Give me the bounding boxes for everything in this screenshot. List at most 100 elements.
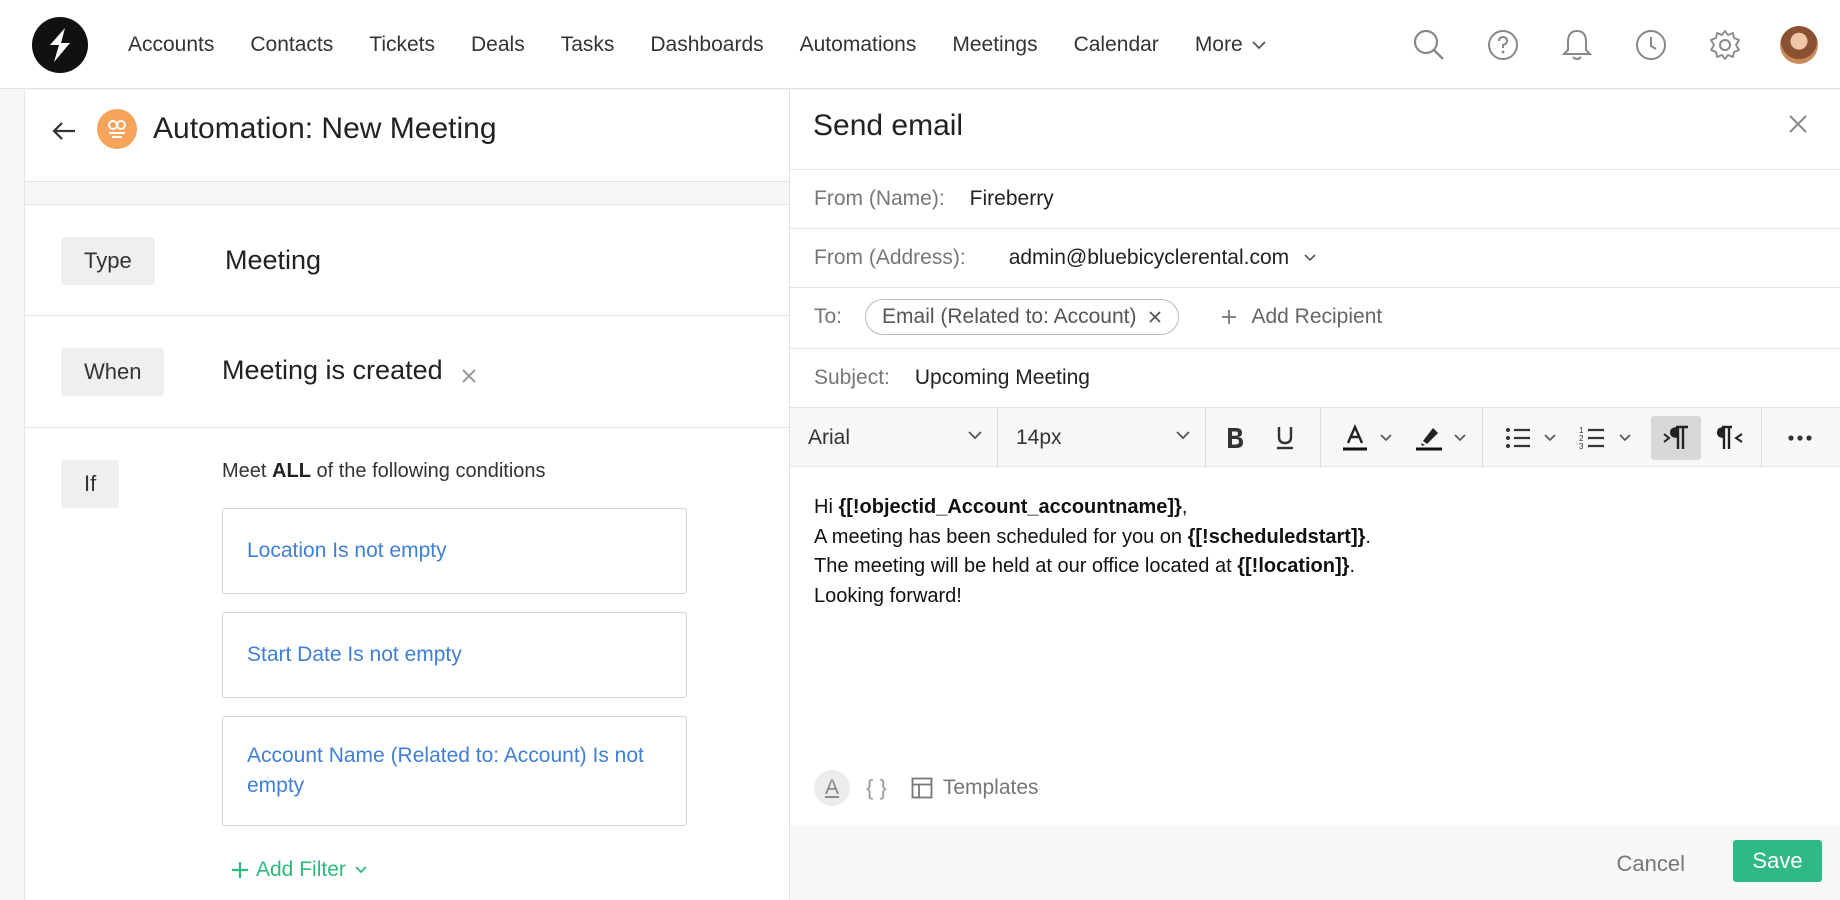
font-family-select[interactable]: Arial <box>790 408 998 468</box>
body-line: Hi {[!objectid_Account_accountname]}, <box>814 493 1371 523</box>
more-horizontal-icon <box>1788 435 1812 441</box>
nav-calendar[interactable]: Calendar <box>1056 33 1177 57</box>
save-button[interactable]: Save <box>1733 840 1822 882</box>
add-recipient-label: Add Recipient <box>1251 305 1383 328</box>
editor-toolbar: Arial 14px 1 2 3 <box>790 407 1840 468</box>
remove-trigger-button[interactable] <box>461 368 477 389</box>
send-email-panel: Send email From (Name): Fireberry From (… <box>789 90 1840 900</box>
conditions-intro: Meet ALL of the following conditions <box>222 460 546 483</box>
text-color-dropdown[interactable] <box>1375 416 1397 460</box>
search-icon <box>1413 29 1444 60</box>
highlight-dropdown[interactable] <box>1449 416 1471 460</box>
ltr-paragraph-icon <box>1663 425 1688 449</box>
underline-icon <box>1277 427 1293 450</box>
chevron-down-icon[interactable] <box>1303 253 1317 263</box>
type-tag: Type <box>61 237 155 285</box>
condition-item[interactable]: Start Date Is not empty <box>222 612 687 698</box>
condition-label: Location Is not empty <box>247 539 447 562</box>
panel-action-bar: Cancel Save <box>790 826 1840 900</box>
text-color-button[interactable] <box>1337 416 1373 460</box>
editor-footer-tools: A { } Templates <box>814 770 1039 806</box>
condition-item[interactable]: Account Name (Related to: Account) Is no… <box>222 716 687 826</box>
templates-button[interactable]: Templates <box>911 776 1039 800</box>
bullet-list-dropdown[interactable] <box>1539 416 1561 460</box>
insert-field-button[interactable]: { } <box>866 775 887 801</box>
back-button[interactable] <box>51 120 77 147</box>
nav-automations[interactable]: Automations <box>782 33 935 57</box>
condition-label: Account Name (Related to: Account) Is no… <box>247 744 644 797</box>
nav-tickets[interactable]: Tickets <box>351 33 453 57</box>
nav-deals[interactable]: Deals <box>453 33 543 57</box>
numbered-list-dropdown[interactable] <box>1614 416 1636 460</box>
chevron-down-icon <box>1544 434 1556 442</box>
when-row: When Meeting is created <box>25 316 789 428</box>
font-size-select[interactable]: 14px <box>998 408 1206 468</box>
top-navbar: Accounts Contacts Tickets Deals Tasks Da… <box>0 0 1840 89</box>
app-logo[interactable] <box>32 17 88 73</box>
chevron-down-icon <box>1619 434 1631 442</box>
type-value[interactable]: Meeting <box>225 245 321 276</box>
svg-text:3: 3 <box>1579 442 1584 451</box>
notifications-button[interactable] <box>1540 28 1614 62</box>
conditions-prefix: Meet <box>222 460 273 482</box>
close-panel-button[interactable] <box>1788 114 1808 139</box>
body-line: The meeting will be held at our office l… <box>814 552 1371 582</box>
bold-button[interactable] <box>1215 416 1255 460</box>
merge-field-token: {[!location]} <box>1237 555 1350 577</box>
nav-tasks[interactable]: Tasks <box>543 33 633 57</box>
to-label: To: <box>814 305 843 328</box>
toolbar-divider <box>1761 408 1762 468</box>
numbered-list-button[interactable]: 123 <box>1574 416 1610 460</box>
ltr-direction-button[interactable] <box>1651 416 1701 460</box>
user-avatar[interactable] <box>1780 25 1818 64</box>
from-name-label: From (Name): <box>814 187 945 210</box>
help-button[interactable] <box>1466 29 1540 61</box>
from-name-input[interactable]: Fireberry <box>970 187 1054 211</box>
text-color-icon <box>1343 424 1367 451</box>
rtl-paragraph-icon <box>1717 425 1743 449</box>
condition-item[interactable]: Location Is not empty <box>222 508 687 594</box>
nav-contacts[interactable]: Contacts <box>232 33 351 57</box>
when-value[interactable]: Meeting is created <box>222 355 443 386</box>
toolbar-divider <box>1320 408 1321 468</box>
nav-accounts[interactable]: Accounts <box>110 33 232 57</box>
subject-input[interactable]: Upcoming Meeting <box>915 366 1090 390</box>
type-row: Type Meeting <box>25 204 789 316</box>
highlighter-icon <box>1416 428 1442 451</box>
nav-more-menu[interactable]: More <box>1177 33 1285 57</box>
search-button[interactable] <box>1392 28 1466 62</box>
close-icon <box>1789 115 1807 133</box>
from-address-select[interactable]: admin@bluebicyclerental.com <box>1009 246 1289 270</box>
rtl-direction-button[interactable] <box>1707 416 1753 460</box>
email-body-editor[interactable]: Hi {[!objectid_Account_accountname]}, A … <box>814 493 1371 611</box>
panel-title: Send email <box>813 109 964 142</box>
cancel-button[interactable]: Cancel <box>1617 851 1685 877</box>
add-filter-label: Add Filter <box>256 858 346 881</box>
from-name-field: From (Name): Fireberry <box>790 169 1840 228</box>
font-size-value: 14px <box>1016 426 1062 449</box>
plus-icon <box>232 862 248 878</box>
add-filter-button[interactable]: Add Filter <box>231 858 368 882</box>
nav-dashboards[interactable]: Dashboards <box>632 33 781 57</box>
font-family-value: Arial <box>808 426 851 449</box>
section-gap <box>25 182 789 204</box>
body-line: Looking forward! <box>814 584 962 607</box>
text-format-toggle[interactable]: A <box>814 770 850 806</box>
bullet-list-button[interactable] <box>1500 416 1536 460</box>
nav-meetings[interactable]: Meetings <box>934 33 1055 57</box>
more-options-button[interactable] <box>1777 416 1823 460</box>
recipient-chip[interactable]: Email (Related to: Account) <box>865 299 1180 335</box>
add-recipient-button[interactable]: Add Recipient <box>1221 305 1382 329</box>
gear-icon <box>1710 29 1740 60</box>
if-tag: If <box>61 460 120 508</box>
highlight-button[interactable] <box>1411 416 1447 460</box>
main-nav: Accounts Contacts Tickets Deals Tasks Da… <box>110 0 1285 89</box>
body-text: , <box>1181 496 1188 518</box>
automation-icon <box>108 120 126 138</box>
merge-field-token: {[!objectid_Account_accountname]} <box>838 496 1182 518</box>
close-icon[interactable] <box>1148 310 1162 324</box>
underline-button[interactable] <box>1265 416 1305 460</box>
settings-button[interactable] <box>1688 29 1762 61</box>
conditions-match-mode[interactable]: ALL <box>272 460 311 482</box>
history-button[interactable] <box>1614 29 1688 61</box>
